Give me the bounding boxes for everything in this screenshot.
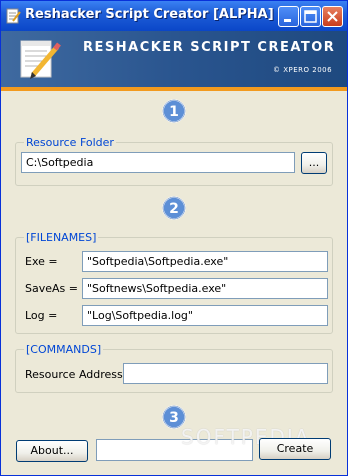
- window-title: Reshacker Script Creator [ALPHA]: [25, 7, 274, 22]
- step-2-badge: 2: [162, 196, 186, 220]
- header-banner: RESHACKER SCRIPT CREATOR © XPERO 2006: [1, 31, 347, 87]
- filenames-group: [FILENAMES] Exe = "Softpedia\Softpedia.e…: [15, 231, 333, 334]
- saveas-label: SaveAs =: [25, 282, 78, 295]
- saveas-field[interactable]: "Softnews\Softpedia.exe": [82, 278, 328, 299]
- commands-label: [COMMANDS]: [24, 343, 104, 356]
- banner-title: RESHACKER SCRIPT CREATOR: [83, 40, 336, 55]
- exe-label: Exe =: [25, 255, 58, 268]
- create-button[interactable]: Create: [259, 438, 331, 460]
- browse-button[interactable]: ...: [301, 152, 327, 174]
- close-button[interactable]: [322, 6, 343, 27]
- log-field[interactable]: "Log\Softpedia.log": [82, 305, 328, 326]
- resource-folder-group: Resource Folder C:\Softpedia ...: [15, 136, 333, 186]
- app-icon: [5, 8, 21, 24]
- exe-field[interactable]: "Softpedia\Softpedia.exe": [82, 251, 328, 272]
- resource-address-input[interactable]: [123, 363, 328, 384]
- about-button[interactable]: About...: [16, 440, 88, 462]
- resource-folder-label: Resource Folder: [24, 136, 116, 149]
- notepad-pencil-icon: [17, 37, 63, 84]
- minimize-button[interactable]: [278, 6, 299, 27]
- step-1-number: 1: [169, 104, 179, 120]
- minimize-icon: [284, 19, 291, 22]
- banner-copyright: © XPERO 2006: [273, 66, 333, 74]
- resource-address-label: Resource Address: [25, 368, 123, 381]
- resource-folder-input[interactable]: C:\Softpedia: [21, 152, 295, 173]
- commands-group: [COMMANDS] Resource Address: [15, 343, 333, 393]
- maximize-button[interactable]: [300, 6, 321, 27]
- step-3-number: 3: [169, 410, 179, 426]
- step-1-badge: 1: [162, 99, 186, 123]
- app-window: Reshacker Script Creator [ALPHA] RESHACK…: [0, 0, 348, 476]
- maximize-icon: [304, 10, 317, 23]
- title-bar[interactable]: Reshacker Script Creator [ALPHA]: [1, 1, 347, 31]
- close-icon: [327, 11, 338, 22]
- log-label: Log =: [25, 309, 58, 322]
- banner-accent-strip: [1, 87, 347, 91]
- filenames-label: [FILENAMES]: [24, 231, 99, 244]
- step-2-number: 2: [169, 201, 179, 217]
